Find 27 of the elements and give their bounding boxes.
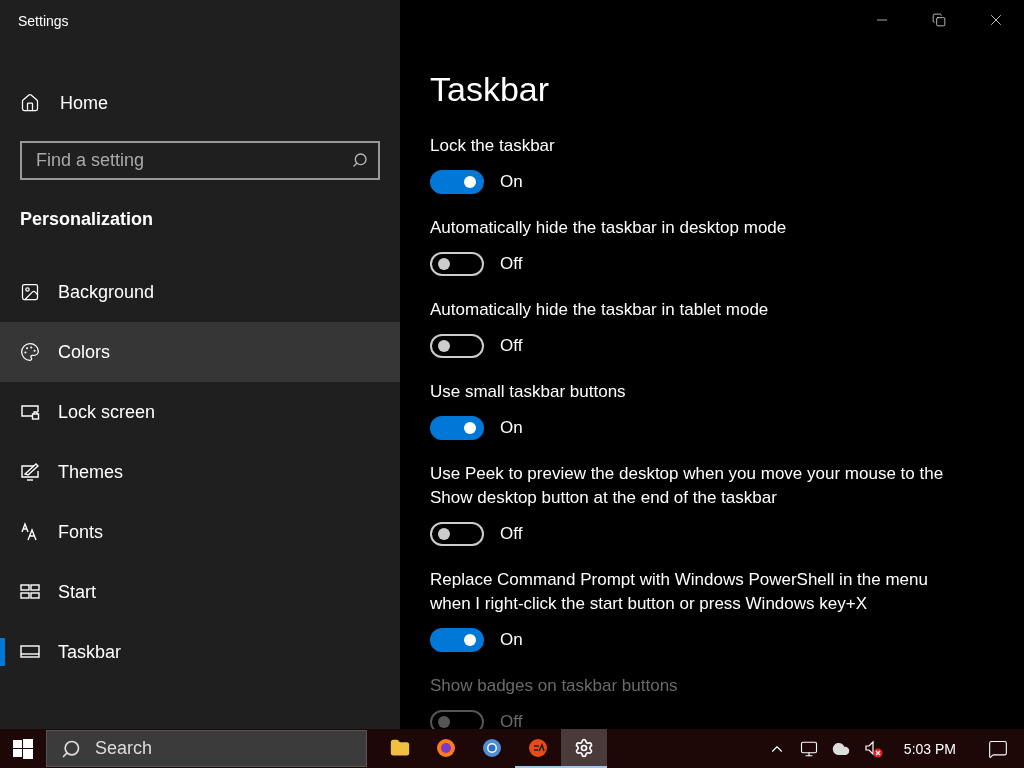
toggle-state: On [500, 418, 523, 438]
page-title: Taskbar [429, 69, 551, 110]
clock[interactable]: 5:03 PM [903, 740, 956, 757]
setting-label: Automatically hide the taskbar in desktop mode [430, 217, 788, 239]
nav-item[interactable]: Fonts [0, 502, 400, 562]
nav-item[interactable]: Colors [0, 322, 400, 382]
setting-label: Use small taskbar buttons [430, 381, 627, 403]
setting-label: Automatically hide the taskbar in tablet mode [430, 299, 770, 321]
nav-item[interactable]: Themes [0, 442, 400, 502]
toggle-state: On [500, 172, 523, 192]
home-link[interactable]: Home [0, 73, 400, 133]
nav-item[interactable]: Lock screen [0, 382, 400, 442]
window-title: Settings [17, 12, 70, 31]
toggle-state: Off [500, 712, 523, 729]
toggle-state: Off [500, 336, 523, 356]
setting-label: Replace Command Prompt with Windows PowerShell in the menu when I right-click the start button or press Windows key+X [430, 569, 929, 615]
taskbar-search[interactable]: Search [46, 730, 367, 767]
setting-label: Use Peek to preview the desktop when you move your mouse to the Show desktop button at the end of the taskbar [430, 463, 945, 509]
section-heading: Personalization [19, 208, 155, 231]
toggle-state: On [500, 630, 523, 650]
toggle-state: Off [500, 254, 523, 274]
nav-item[interactable]: Start [0, 562, 400, 622]
setting-label: Show badges on taskbar buttons [430, 675, 679, 697]
toggle-state: Off [500, 524, 523, 544]
setting-label: Lock the taskbar [430, 135, 556, 157]
nav-item[interactable]: Background [0, 262, 400, 322]
search-field[interactable]: Find a setting [20, 141, 380, 180]
